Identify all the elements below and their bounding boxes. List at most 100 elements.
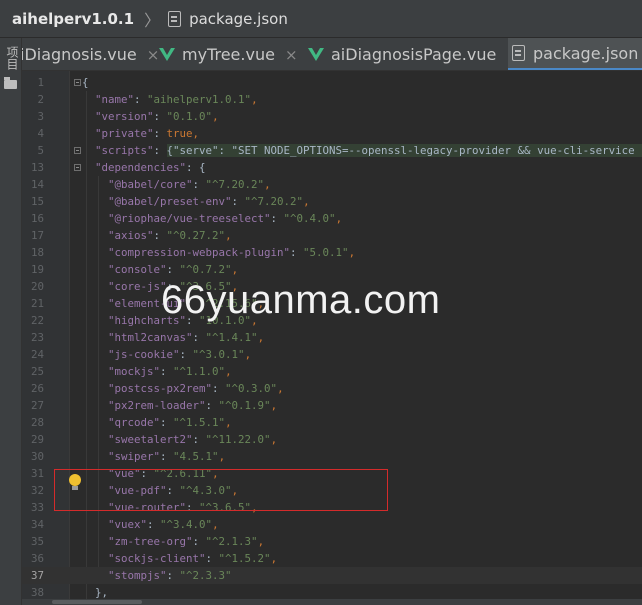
code-token: "version" [95, 110, 154, 123]
code-token: : [166, 263, 180, 276]
code-text: "highcharts": "10.1.0", [82, 312, 258, 329]
line-number: 23 [30, 331, 44, 344]
code-line[interactable]: 32 "vue-pdf": "^4.3.0", [22, 482, 642, 499]
vue-icon [159, 48, 175, 61]
tab-label: aiDiagnosisPage.vue [331, 45, 497, 64]
code-line[interactable]: 28 "qrcode": "^1.5.1", [22, 414, 642, 431]
code-line[interactable]: 19 "console": "^0.7.2", [22, 261, 642, 278]
code-line[interactable]: 5 "scripts": {"serve": "SET NODE_OPTIONS… [22, 142, 642, 159]
code-line[interactable]: 35 "zm-tree-org": "^2.1.3", [22, 533, 642, 550]
code-line[interactable]: 20 "core-js": "^3.6.5", [22, 278, 642, 295]
code-line[interactable]: 37 "stompjs": "^2.3.3" [22, 567, 642, 584]
code-token: , [270, 433, 278, 446]
code-text: "zm-tree-org": "^2.1.3", [82, 533, 264, 550]
code-token: "zm-tree-org" [108, 535, 193, 548]
tab-mytree-vue[interactable]: myTree.vue × [159, 38, 298, 70]
scrollbar-thumb[interactable] [52, 600, 142, 604]
code-token: "^7.20.2" [205, 178, 265, 191]
code-token: "scripts" [95, 144, 154, 157]
code-token: : [166, 569, 180, 582]
code-text: "vue-router": "^3.6.5", [82, 499, 258, 516]
code-token: , [212, 110, 219, 123]
lightbulb-icon[interactable] [69, 474, 81, 490]
code-line[interactable]: 4 "private": true, [22, 125, 642, 142]
code-text: "element-ui": "^2.15.6", [82, 295, 264, 312]
json-file-icon [512, 45, 525, 61]
code-token: }, [82, 586, 109, 599]
code-line[interactable]: 29 "sweetalert2": "^11.22.0", [22, 431, 642, 448]
code-line[interactable]: 2 "name": "aihelperv1.0.1", [22, 91, 642, 108]
code-text: "mockjs": "^1.1.0", [82, 363, 232, 380]
code-line[interactable]: 26 "postcss-px2rem": "^0.3.0", [22, 380, 642, 397]
code-text: "vue": "^2.6.11", [82, 465, 219, 482]
close-icon[interactable]: × [285, 46, 298, 64]
close-icon[interactable]: × [147, 46, 160, 64]
code-line[interactable]: 25 "mockjs": "^1.1.0", [22, 363, 642, 380]
code-token: : [153, 127, 167, 140]
breadcrumb-project[interactable]: aihelperv1.0.1 [12, 10, 134, 28]
code-line[interactable]: 14 "@babel/core": "^7.20.2", [22, 176, 642, 193]
breadcrumb-separator: 〉 [144, 10, 161, 30]
code-text: "sweetalert2": "^11.22.0", [82, 431, 277, 448]
code-token: , [225, 365, 232, 378]
tab-idiagnosis-vue[interactable]: iDiagnosis.vue × [22, 38, 160, 70]
code-token: "vue-pdf" [108, 484, 167, 497]
code-line[interactable]: 18 "compression-webpack-plugin": "5.0.1"… [22, 244, 642, 261]
vue-icon [308, 48, 324, 61]
project-tool-button[interactable]: 项目 [4, 46, 21, 70]
code-token: , [231, 484, 239, 497]
code-token: true, [166, 127, 200, 140]
code-token: : [160, 416, 174, 429]
folder-icon[interactable] [4, 77, 17, 89]
code-line[interactable]: 24 "js-cookie": "^3.0.1", [22, 346, 642, 363]
code-line[interactable]: 22 "highcharts": "10.1.0", [22, 312, 642, 329]
line-number: 5 [37, 144, 44, 157]
code-token: : [231, 195, 245, 208]
code-token: "core-js" [108, 280, 167, 293]
code-line[interactable]: 21 "element-ui": "^2.15.6", [22, 295, 642, 312]
code-line[interactable]: 27 "px2rem-loader": "^0.1.9", [22, 397, 642, 414]
line-number: 25 [30, 365, 44, 378]
tab-package-json[interactable]: package.json [508, 38, 642, 70]
code-token: { [82, 76, 89, 89]
code-line[interactable]: 23 "html2canvas": "^1.4.1", [22, 329, 642, 346]
code-token: "10.1.0" [199, 314, 252, 327]
code-token: "^3.6.5" [179, 280, 232, 293]
line-number: 4 [37, 127, 44, 140]
code-token: , [264, 178, 271, 191]
code-token: : [153, 144, 167, 157]
code-line[interactable]: 1{ [22, 74, 642, 91]
code-line[interactable]: 38 }, [22, 584, 642, 599]
fold-toggle-icon[interactable] [74, 164, 81, 171]
breadcrumb-file[interactable]: package.json [168, 10, 288, 28]
fold-toggle-icon[interactable] [74, 79, 81, 86]
code-line[interactable]: 3 "version": "0.1.0", [22, 108, 642, 125]
fold-toggle-icon[interactable] [74, 147, 81, 154]
code-line[interactable]: 31 "vue": "^2.6.11", [22, 465, 642, 482]
code-token: "^0.4.0" [283, 212, 336, 225]
code-token: , [231, 263, 239, 276]
code-line[interactable]: 34 "vuex": "^3.4.0", [22, 516, 642, 533]
code-token: "postcss-px2rem" [108, 382, 213, 395]
code-editor[interactable]: 1{2 "name": "aihelperv1.0.1", 3 "version"… [22, 71, 642, 599]
code-line[interactable]: 13 "dependencies": { [22, 159, 642, 176]
code-token: "stompjs" [108, 569, 167, 582]
code-token: "console" [108, 263, 167, 276]
line-number: 34 [30, 518, 44, 531]
horizontal-scrollbar[interactable] [22, 599, 642, 605]
code-line[interactable]: 33 "vue-router": "^3.6.5", [22, 499, 642, 516]
code-text: "vue-pdf": "^4.3.0", [82, 482, 238, 499]
breadcrumb: aihelperv1.0.1 〉 package.json [0, 0, 642, 38]
code-line[interactable]: 36 "sockjs-client": "^1.5.2", [22, 550, 642, 567]
code-line[interactable]: 16 "@riophae/vue-treeselect": "^0.4.0", [22, 210, 642, 227]
code-line[interactable]: 15 "@babel/preset-env": "^7.20.2", [22, 193, 642, 210]
code-line[interactable]: 30 "swiper": "4.5.1", [22, 448, 642, 465]
code-line[interactable]: 17 "axios": "^0.27.2", [22, 227, 642, 244]
tab-aidiagnosispage-vue[interactable]: aiDiagnosisPage.vue × [308, 38, 519, 70]
